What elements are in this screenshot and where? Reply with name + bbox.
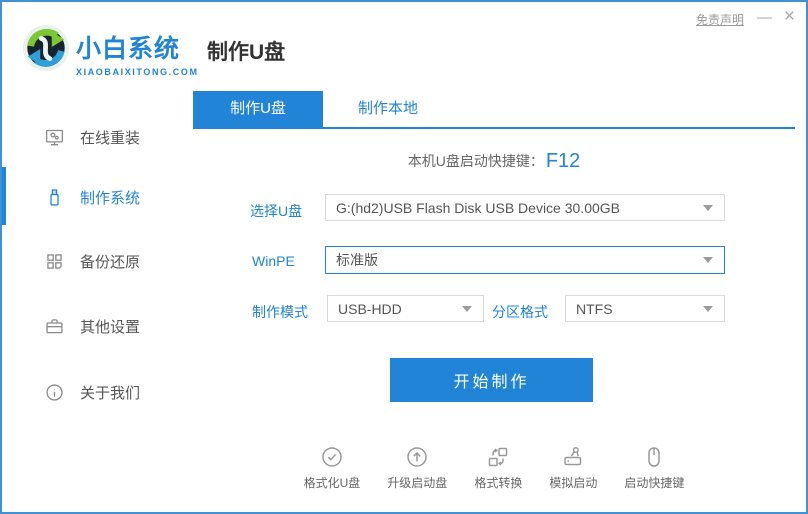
tab-make-local[interactable]: 制作本地 <box>323 91 453 127</box>
brand: 小白系统 XIAOBAIXITONG.COM <box>76 29 199 77</box>
info-icon <box>46 383 63 401</box>
arrow-up-circle-icon <box>407 447 428 467</box>
tool-label: 格式化U盘 <box>303 476 361 490</box>
page-title: 制作U盘 <box>207 41 286 64</box>
make-mode-value: USB-HDD <box>338 300 402 317</box>
chevron-down-icon <box>703 305 713 312</box>
winpe-value: 标准版 <box>336 252 378 268</box>
make-mode-label: 制作模式 <box>252 304 308 320</box>
partition-format-dropdown[interactable]: NTFS <box>565 295 725 322</box>
grid-icon <box>47 253 62 269</box>
disclaimer-link[interactable]: 免责声明 <box>696 11 744 28</box>
stamp-icon <box>564 446 582 466</box>
sidebar-item-make-system[interactable]: 制作系统 <box>2 177 195 217</box>
tool-upgrade-boot-disk[interactable]: 升级启动盘 <box>387 445 447 491</box>
tab-make-usb[interactable]: 制作U盘 <box>193 91 323 127</box>
app-window: 免责声明 — × 小白系统 XIAOBAIXITONG.COM 制作U盘 在线重… <box>0 0 808 514</box>
boot-hotkey-hint: 本机U盘启动快捷键： F12 <box>193 148 795 174</box>
brand-domain: XIAOBAIXITONG.COM <box>76 67 199 77</box>
winpe-dropdown[interactable]: 标准版 <box>325 246 725 274</box>
winpe-label: WinPE <box>252 253 295 269</box>
sidebar-item-other-settings[interactable]: 其他设置 <box>2 306 195 346</box>
mouse-icon <box>648 447 661 467</box>
tool-label: 格式转换 <box>474 476 523 490</box>
chevron-down-icon <box>703 257 713 263</box>
sidebar-item-label: 在线重装 <box>80 129 141 147</box>
partition-format-value: NTFS <box>576 300 613 317</box>
sidebar-item-label: 其他设置 <box>80 318 141 336</box>
tool-format-convert[interactable]: 格式转换 <box>474 445 522 491</box>
boot-hotkey-prefix: 本机U盘启动快捷键： <box>407 153 544 169</box>
make-mode-dropdown[interactable]: USB-HDD <box>327 295 484 322</box>
sidebar-item-backup-restore[interactable]: 备份还原 <box>2 241 195 281</box>
briefcase-icon <box>46 318 63 333</box>
monitor-icon <box>45 129 64 145</box>
tool-label: 模拟启动 <box>549 476 598 490</box>
partition-format-label: 分区格式 <box>492 304 548 320</box>
chevron-down-icon <box>462 305 472 312</box>
usb-drive-icon <box>50 188 59 206</box>
boot-hotkey-value: F12 <box>545 149 581 172</box>
tool-label: 启动快捷键 <box>624 476 685 490</box>
app-logo-icon <box>22 24 70 72</box>
tool-label: 升级启动盘 <box>387 476 448 490</box>
brand-name: 小白系统 <box>76 35 181 63</box>
sidebar-item-online-reinstall[interactable]: 在线重装 <box>2 117 195 157</box>
usb-select-value: G:(hd2)USB Flash Disk USB Device 30.00GB <box>336 199 620 216</box>
tool-boot-hotkey[interactable]: 启动快捷键 <box>624 445 684 491</box>
close-button[interactable]: × <box>784 7 795 26</box>
tabbar: 制作U盘 制作本地 <box>193 91 795 129</box>
sidebar-item-label: 备份还原 <box>80 253 141 271</box>
usb-select-label: 选择U盘 <box>250 203 303 219</box>
sidebar-item-label: 制作系统 <box>80 189 141 207</box>
tool-format-usb[interactable]: 格式化U盘 <box>303 445 361 491</box>
convert-icon <box>489 447 508 467</box>
chevron-down-icon <box>703 204 713 211</box>
sidebar-item-about-us[interactable]: 关于我们 <box>2 372 195 412</box>
tool-simulate-boot[interactable]: 模拟启动 <box>549 445 597 491</box>
minimize-button[interactable]: — <box>757 10 772 25</box>
tools-row: 格式化U盘 升级启动盘 格式转换 模拟启动 启动快捷键 <box>193 445 795 491</box>
start-make-button[interactable]: 开始制作 <box>390 358 593 402</box>
usb-select-dropdown[interactable]: G:(hd2)USB Flash Disk USB Device 30.00GB <box>325 194 725 221</box>
check-circle-icon <box>322 447 342 467</box>
sidebar-item-label: 关于我们 <box>80 384 141 402</box>
